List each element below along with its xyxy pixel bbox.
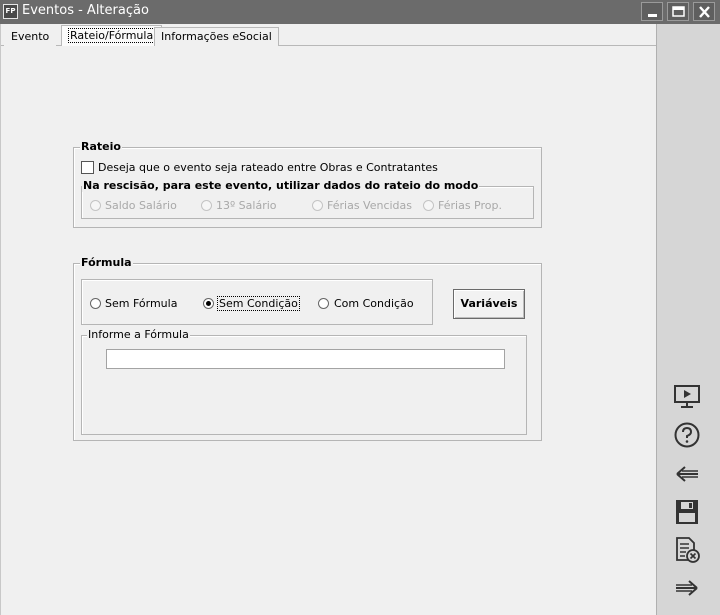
tab-rateio-formula-label: Rateio/Fórmula xyxy=(68,28,156,43)
save-button[interactable] xyxy=(673,498,701,526)
tab-informacoes-esocial[interactable]: Informações eSocial xyxy=(154,27,279,46)
back-button[interactable] xyxy=(673,460,701,488)
rescisao-group: Na rescisão, para este evento, utilizar … xyxy=(81,180,534,219)
radio-saldo-salario-label[interactable]: Saldo Salário xyxy=(105,199,177,212)
radio-com-condicao[interactable] xyxy=(318,298,329,309)
radio-selected-dot xyxy=(206,301,211,306)
back-arrow-icon xyxy=(676,466,698,482)
help-icon xyxy=(674,422,700,448)
radio-sem-condicao[interactable] xyxy=(203,298,214,309)
rateio-checkbox[interactable] xyxy=(81,161,94,174)
cancel-document-button[interactable] xyxy=(673,536,701,564)
radio-com-condicao-label[interactable]: Com Condição xyxy=(334,297,414,310)
action-sidebar xyxy=(656,24,720,615)
minimize-button[interactable] xyxy=(641,2,663,21)
cancel-document-icon xyxy=(676,537,700,563)
radio-sem-formula-label[interactable]: Sem Fórmula xyxy=(105,297,177,310)
radio-13-salario[interactable] xyxy=(201,200,212,211)
close-button[interactable] xyxy=(693,2,715,21)
app-icon: FP xyxy=(3,4,18,19)
tab-informacoes-esocial-label: Informações eSocial xyxy=(161,30,272,43)
radio-sem-condicao-label[interactable]: Sem Condição xyxy=(217,296,300,311)
tab-rateio-formula[interactable]: Rateio/Fórmula xyxy=(61,25,163,46)
maximize-icon xyxy=(672,6,685,17)
tab-strip: Evento Rateio/Fórmula Informações eSocia… xyxy=(1,24,657,46)
tab-evento-label: Evento xyxy=(11,30,50,43)
formula-group: Fórmula Sem Fórmula Sem Condição Com Con… xyxy=(73,257,542,441)
help-button[interactable] xyxy=(673,421,701,449)
title-bar: FP Eventos - Alteração xyxy=(0,0,720,24)
radio-ferias-prop[interactable] xyxy=(423,200,434,211)
rateio-checkbox-label[interactable]: Deseja que o evento seja rateado entre O… xyxy=(98,161,438,174)
tab-evento[interactable]: Evento xyxy=(4,27,57,46)
formula-options-group: Sem Fórmula Sem Condição Com Condição xyxy=(81,279,433,325)
minimize-icon xyxy=(648,14,657,17)
close-icon xyxy=(699,6,710,18)
variaveis-button[interactable]: Variáveis xyxy=(453,289,525,319)
forward-arrow-icon xyxy=(676,580,698,596)
radio-sem-formula[interactable] xyxy=(90,298,101,309)
save-icon xyxy=(676,500,698,524)
presentation-icon xyxy=(674,385,700,408)
presentation-button[interactable] xyxy=(673,382,701,410)
maximize-button[interactable] xyxy=(667,2,689,21)
rateio-group: Rateio Deseja que o evento seja rateado … xyxy=(73,141,542,228)
radio-ferias-vencidas[interactable] xyxy=(312,200,323,211)
radio-saldo-salario[interactable] xyxy=(90,200,101,211)
forward-button[interactable] xyxy=(673,574,701,602)
radio-13-salario-label[interactable]: 13º Salário xyxy=(216,199,277,212)
radio-ferias-prop-label[interactable]: Férias Prop. xyxy=(438,199,502,212)
rescisao-title: Na rescisão, para este evento, utilizar … xyxy=(82,179,480,192)
window-title: Eventos - Alteração xyxy=(22,3,149,18)
radio-ferias-vencidas-label[interactable]: Férias Vencidas xyxy=(327,199,412,212)
formula-input[interactable] xyxy=(106,349,505,369)
formula-input-group: Informe a Fórmula xyxy=(81,329,527,435)
rateio-title: Rateio xyxy=(80,140,122,153)
main-content: Evento Rateio/Fórmula Informações eSocia… xyxy=(0,24,657,615)
formula-input-label: Informe a Fórmula xyxy=(87,328,190,341)
formula-title: Fórmula xyxy=(80,256,133,269)
